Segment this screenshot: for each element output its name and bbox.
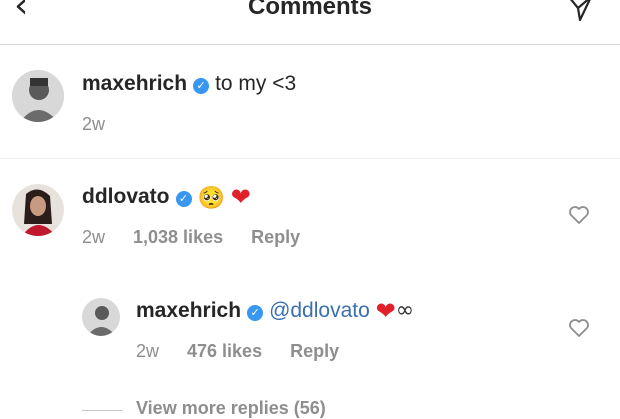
avatar[interactable] <box>82 298 120 336</box>
paper-plane-icon[interactable] <box>566 0 594 22</box>
username[interactable]: ddlovato <box>82 185 170 208</box>
reply-button[interactable]: Reply <box>290 341 339 361</box>
comments-header: ‹ Comments <box>0 0 620 45</box>
verified-badge-icon: ✓ <box>247 305 264 321</box>
caption-meta: 2w <box>82 113 133 135</box>
caption-text: to my <3 <box>215 72 297 95</box>
comment-meta: 2w 1,038 likes Reply <box>82 226 328 248</box>
verified-badge-icon: ✓ <box>175 191 192 207</box>
reply-meta: 2w 476 likes Reply <box>136 340 367 362</box>
timestamp: 2w <box>82 114 106 134</box>
like-heart-icon[interactable] <box>568 318 590 338</box>
like-heart-icon[interactable] <box>568 205 590 225</box>
comment-line: ddlovato ✓ 🥺 ❤ <box>82 183 251 213</box>
view-more-line <box>82 410 122 411</box>
page-title: Comments <box>247 0 373 20</box>
likes-count[interactable]: 1,038 likes <box>133 227 223 247</box>
avatar[interactable] <box>12 184 64 236</box>
username[interactable]: maxehrich <box>136 299 241 322</box>
red-heart-emoji-icon: ❤ <box>230 183 251 211</box>
divider <box>0 158 620 159</box>
caption-line: maxehrich ✓ to my <3 <box>82 70 296 98</box>
red-heart-emoji-icon: ❤ <box>375 297 396 325</box>
pleading-face-emoji-icon: 🥺 <box>197 186 225 211</box>
view-more-replies-button[interactable]: View more replies (56) <box>136 398 326 419</box>
mention-link[interactable]: @ddlovato <box>269 299 370 322</box>
verified-badge-icon: ✓ <box>193 78 210 94</box>
timestamp: 2w <box>136 341 160 361</box>
infinity-emoji-icon: ∞ <box>395 298 415 323</box>
username[interactable]: maxehrich <box>82 72 187 95</box>
reply-button[interactable]: Reply <box>251 227 300 247</box>
likes-count[interactable]: 476 likes <box>187 341 262 361</box>
timestamp: 2w <box>82 227 106 247</box>
avatar[interactable] <box>12 70 64 122</box>
reply-line: maxehrich ✓ @ddlovato ❤∞ <box>136 297 414 325</box>
